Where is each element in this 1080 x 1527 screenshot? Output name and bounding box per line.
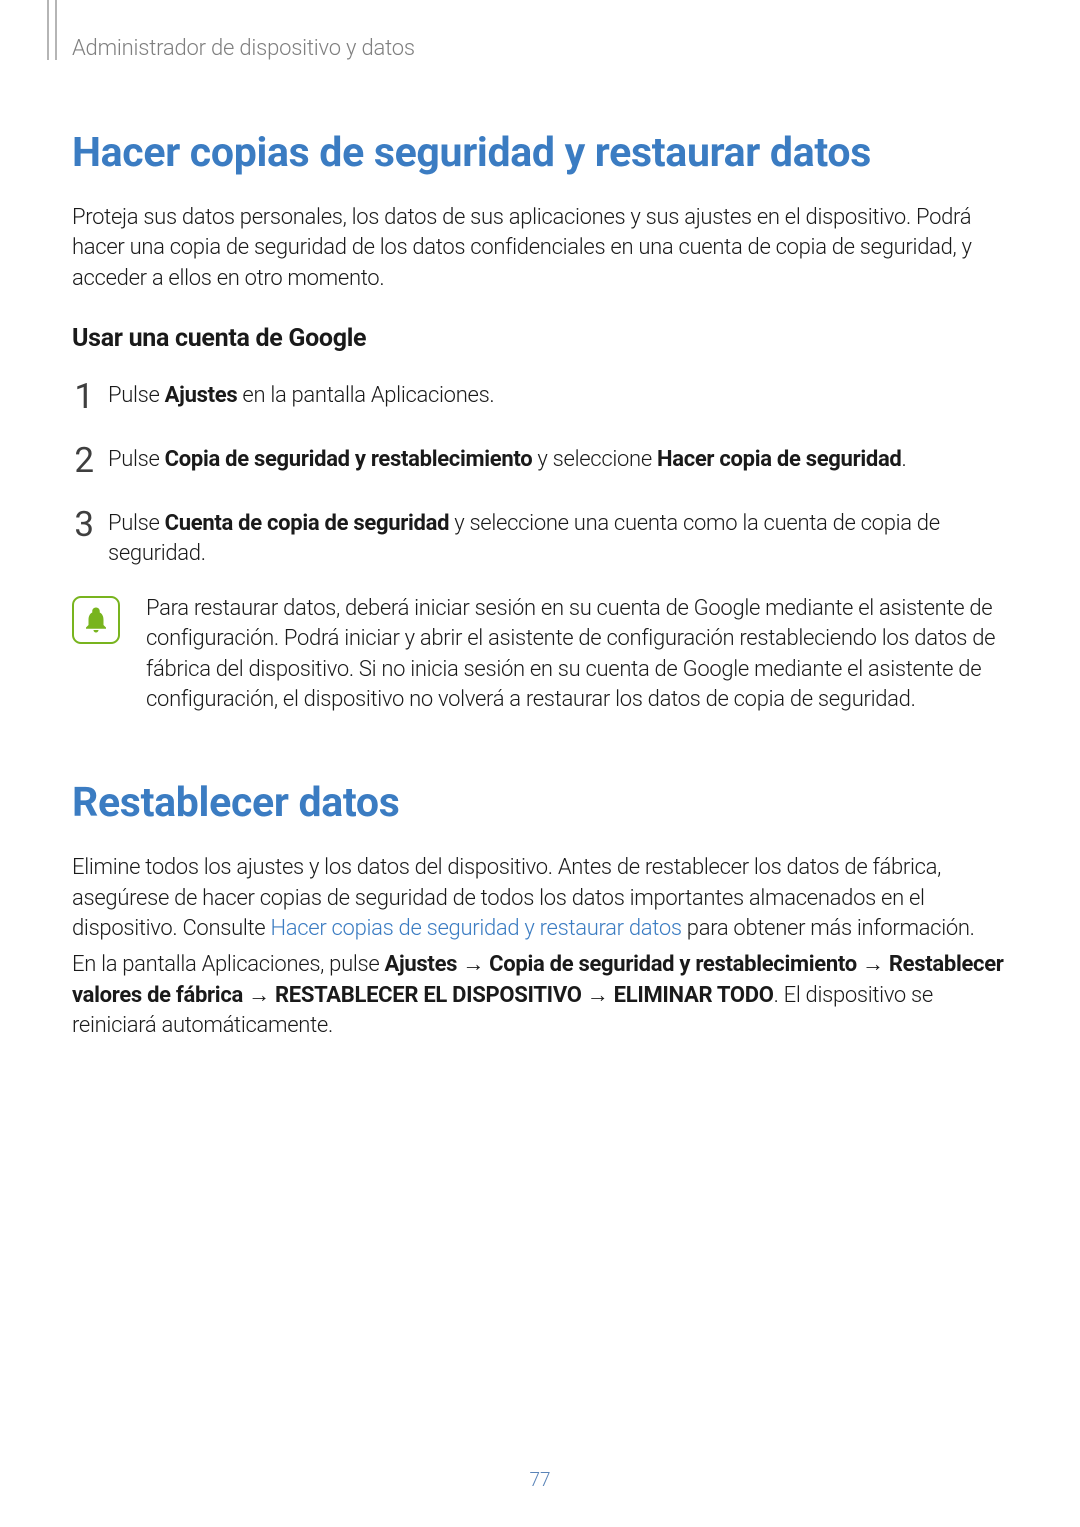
step-1: Pulse Ajustes en la pantalla Aplicacione… [72, 381, 1012, 421]
p2-b4: RESTABLECER EL DISPOSITIVO [275, 983, 582, 1008]
arrow-3: → [243, 983, 275, 1008]
document-page: Administrador de dispositivo y datos Hac… [0, 0, 1080, 1041]
section-1-subheading: Usar una cuenta de Google [72, 324, 1012, 353]
step-3-pre: Pulse [108, 511, 165, 536]
section-1-intro: Proteja sus datos personales, los datos … [72, 203, 1012, 294]
section-2-heading: Restablecer datos [72, 779, 1012, 827]
arrow-2: → [857, 952, 889, 977]
p2-b1: Ajustes [385, 952, 458, 977]
arrow-1: → [457, 952, 489, 977]
steps-list: Pulse Ajustes en la pantalla Aplicacione… [72, 381, 1012, 570]
note-text: Para restaurar datos, deberá iniciar ses… [146, 594, 1012, 715]
step-2-bold-1: Copia de seguridad y restablecimiento [165, 447, 533, 472]
p1-post: para obtener más información. [682, 916, 975, 941]
p2-b5: ELIMINAR TODO [614, 983, 774, 1008]
step-3: Pulse Cuenta de copia de seguridad y sel… [72, 509, 1012, 570]
step-2-bold-2: Hacer copia de seguridad [657, 447, 902, 472]
arrow-4: → [582, 983, 614, 1008]
page-number: 77 [0, 1468, 1080, 1491]
backup-restore-link[interactable]: Hacer copias de seguridad y restaurar da… [270, 916, 681, 941]
section-2-paragraph-2: En la pantalla Aplicaciones, pulse Ajust… [72, 950, 1012, 1041]
step-2-end: . [902, 447, 907, 472]
p2-t1: En la pantalla Aplicaciones, pulse [72, 952, 385, 977]
step-1-bold: Ajustes [165, 383, 238, 408]
p2-b2: Copia de seguridad y restablecimiento [489, 952, 857, 977]
breadcrumb: Administrador de dispositivo y datos [72, 36, 1012, 61]
section-1-heading: Hacer copias de seguridad y restaurar da… [72, 129, 1012, 177]
section-2-paragraph-1: Elimine todos los ajustes y los datos de… [72, 853, 1012, 944]
bell-icon [72, 596, 120, 644]
step-2-mid: y seleccione [532, 447, 657, 472]
step-1-text: Pulse [108, 383, 165, 408]
step-3-bold: Cuenta de copia de seguridad [165, 511, 450, 536]
step-1-post: en la pantalla Aplicaciones. [237, 383, 494, 408]
step-2-pre: Pulse [108, 447, 165, 472]
note-block: Para restaurar datos, deberá iniciar ses… [72, 594, 1012, 715]
step-2: Pulse Copia de seguridad y restablecimie… [72, 445, 1012, 485]
